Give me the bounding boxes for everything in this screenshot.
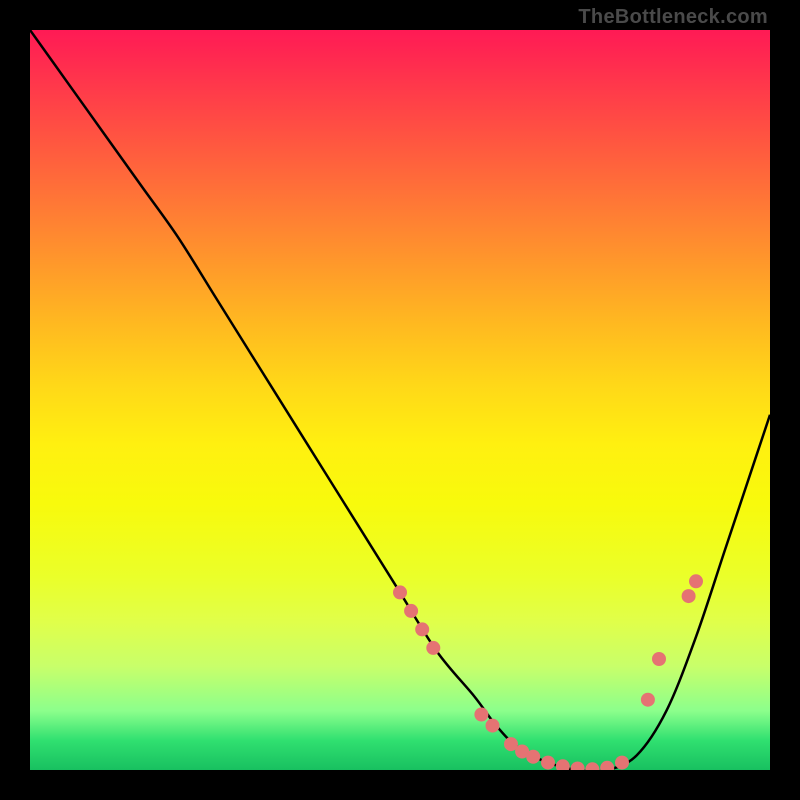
marker-dot bbox=[426, 641, 440, 655]
curve-layer bbox=[30, 30, 770, 770]
marker-dot bbox=[486, 719, 500, 733]
marker-dot bbox=[689, 574, 703, 588]
marker-dot bbox=[585, 762, 599, 770]
plot-area bbox=[30, 30, 770, 770]
marker-dot bbox=[641, 693, 655, 707]
marker-dot bbox=[571, 762, 585, 771]
marker-dot bbox=[615, 756, 629, 770]
attribution-label: TheBottleneck.com bbox=[578, 6, 768, 29]
marker-dot bbox=[682, 589, 696, 603]
marker-dots bbox=[393, 574, 703, 770]
marker-dot bbox=[415, 622, 429, 636]
marker-dot bbox=[600, 761, 614, 770]
marker-dot bbox=[474, 708, 488, 722]
marker-dot bbox=[652, 652, 666, 666]
marker-dot bbox=[404, 604, 418, 618]
marker-dot bbox=[393, 585, 407, 599]
chart-container: TheBottleneck.com bbox=[0, 0, 800, 800]
marker-dot bbox=[556, 759, 570, 770]
marker-dot bbox=[526, 750, 540, 764]
marker-dot bbox=[541, 756, 555, 770]
